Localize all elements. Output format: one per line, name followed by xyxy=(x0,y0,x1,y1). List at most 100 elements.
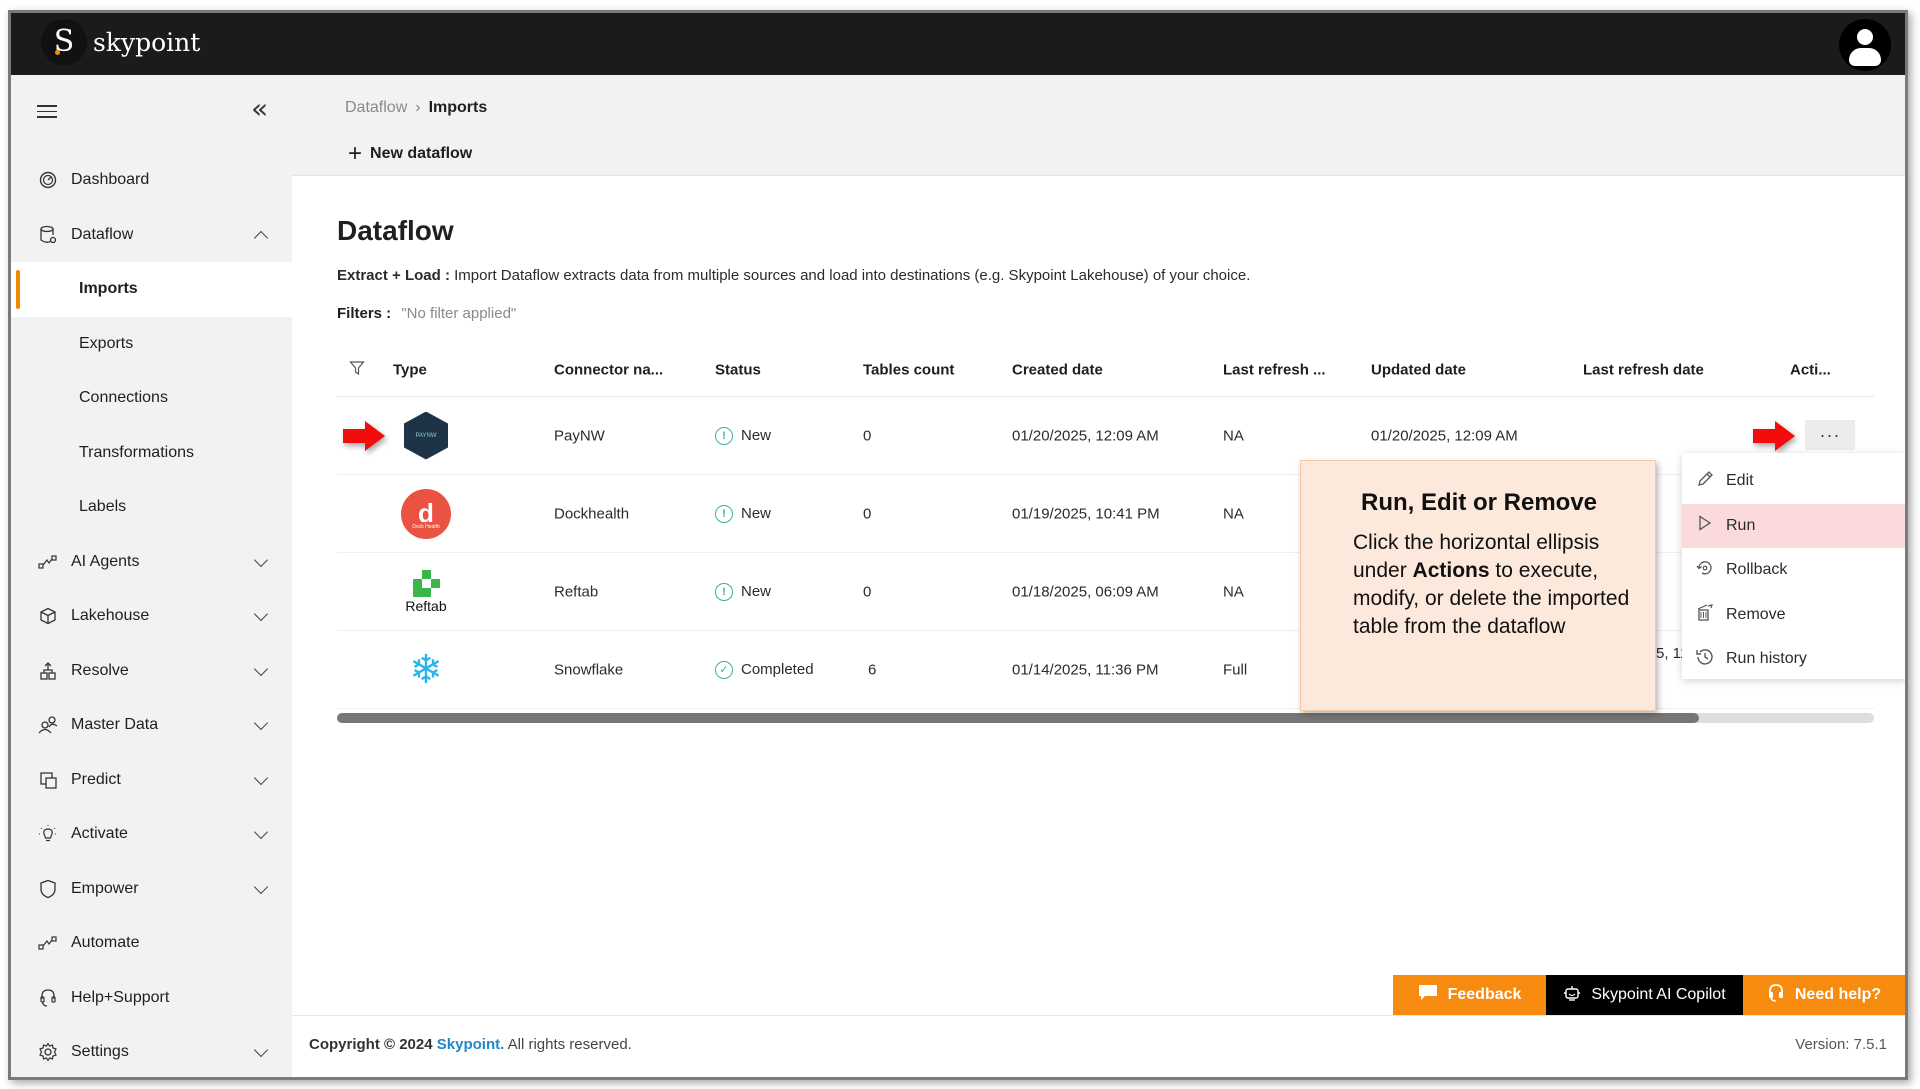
reftab-logo-text: Reftab xyxy=(405,597,447,614)
sidebar-item-help-support[interactable]: Help+Support xyxy=(11,971,292,1026)
new-dataflow-button[interactable]: + New dataflow xyxy=(348,142,472,166)
sidebar-item-label: Master Data xyxy=(71,716,159,734)
column-header-status[interactable]: Status xyxy=(715,361,761,378)
status-text: New xyxy=(741,583,772,600)
annotation-arrow-icon xyxy=(343,421,387,451)
tables-count: 0 xyxy=(863,427,872,444)
tables-count: 0 xyxy=(863,583,872,600)
user-avatar-icon[interactable] xyxy=(1839,19,1891,71)
column-header-type[interactable]: Type xyxy=(393,361,427,378)
app-logo[interactable]: S skypoint xyxy=(41,19,200,65)
sidebar-item-dashboard[interactable]: Dashboard xyxy=(11,153,292,208)
tables-count: 0 xyxy=(863,505,872,522)
sidebar-item-predict[interactable]: Predict xyxy=(11,753,292,808)
sidebar-item-label: Dashboard xyxy=(71,171,150,189)
feedback-button[interactable]: Feedback xyxy=(1393,975,1546,1015)
breadcrumb-separator-icon: › xyxy=(415,99,421,116)
sidebar-item-transformations[interactable]: Transformations xyxy=(11,426,292,481)
sidebar-item-label: Automate xyxy=(71,934,140,952)
command-bar: Dataflow › Imports + New dataflow xyxy=(292,75,1905,176)
paynw-logo: PAYNW xyxy=(399,409,453,463)
need-help-button[interactable]: Need help? xyxy=(1743,975,1905,1015)
sidebar-item-label: Empower xyxy=(71,879,139,897)
sidebar-item-label: Resolve xyxy=(71,661,129,679)
sidebar-item-master-data[interactable]: Master Data xyxy=(11,698,292,753)
sidebar-item-automate[interactable]: Automate xyxy=(11,916,292,971)
sidebar-item-settings[interactable]: Settings xyxy=(11,1025,292,1077)
page-title: Dataflow xyxy=(337,215,454,246)
column-header-last-refresh-type[interactable]: Last refresh ... xyxy=(1223,361,1326,378)
sidebar-item-imports[interactable]: Imports xyxy=(11,262,292,317)
sidebar-item-lakehouse[interactable]: Lakehouse xyxy=(11,589,292,644)
menu-item-run[interactable]: Run xyxy=(1682,503,1905,548)
main-content: Dataflow › Imports + New dataflow Datafl… xyxy=(292,75,1905,1077)
sidebar-item-connections[interactable]: Connections xyxy=(11,371,292,426)
horizontal-scrollbar[interactable] xyxy=(337,713,1874,723)
menu-item-rollback[interactable]: Rollback xyxy=(1682,548,1905,593)
rollback-icon xyxy=(1694,559,1716,582)
chevron-down-icon xyxy=(253,825,269,840)
avatar-body xyxy=(1849,48,1881,66)
filter-icon[interactable] xyxy=(349,360,365,380)
sidebar-item-empower[interactable]: Empower xyxy=(11,862,292,917)
chevron-down-icon xyxy=(253,1043,269,1058)
menu-item-edit[interactable]: Edit xyxy=(1682,459,1905,504)
sidebar-item-exports[interactable]: Exports xyxy=(11,317,292,372)
top-bar: S skypoint xyxy=(11,13,1905,75)
sidebar-item-label: Settings xyxy=(71,1043,129,1061)
status-badge: ✓ Completed xyxy=(715,660,814,679)
chevron-up-icon xyxy=(253,230,269,245)
column-header-tables-count[interactable]: Tables count xyxy=(863,361,954,378)
chevron-down-icon xyxy=(253,607,269,622)
dashboard-icon xyxy=(37,169,59,191)
menu-item-label: Remove xyxy=(1726,605,1786,623)
hamburger-menu-icon[interactable] xyxy=(37,105,57,122)
column-header-actions[interactable]: Acti... xyxy=(1790,361,1831,378)
connector-name: Dockhealth xyxy=(554,505,630,522)
column-header-connector-name[interactable]: Connector na... xyxy=(554,361,663,378)
chat-bubble-icon xyxy=(1418,984,1438,1007)
copyright-text: Copyright © 2024 Skypoint. All rights re… xyxy=(309,1036,632,1053)
sidebar-item-resolve[interactable]: Resolve xyxy=(11,644,292,699)
avatar-head xyxy=(1857,29,1873,45)
filters-label: Filters : xyxy=(337,305,392,322)
app-window: S skypoint « Dashboard Dataflow Imports … xyxy=(8,10,1908,1080)
connector-name: PayNW xyxy=(554,427,605,444)
updated-date: 01/20/2025, 12:09 AM xyxy=(1371,427,1518,444)
sidebar-item-label: Help+Support xyxy=(71,988,170,1006)
predict-icon xyxy=(37,769,59,791)
sidebar-item-ai-agents[interactable]: AI Agents xyxy=(11,535,292,590)
copilot-button[interactable]: Skypoint AI Copilot xyxy=(1546,975,1743,1015)
connector-name: Snowflake xyxy=(554,661,624,678)
column-header-last-refresh-date[interactable]: Last refresh date xyxy=(1583,361,1704,378)
collapse-sidebar-icon[interactable]: « xyxy=(251,92,268,125)
table-header: Type Connector na... Status Tables count… xyxy=(337,343,1874,397)
chevron-down-icon xyxy=(253,552,269,567)
sidebar-item-labels[interactable]: Labels xyxy=(11,480,292,535)
sidebar-item-label: Labels xyxy=(79,498,127,516)
menu-item-remove[interactable]: Remove xyxy=(1682,593,1905,638)
scrollbar-thumb[interactable] xyxy=(337,713,1699,723)
menu-item-run-history[interactable]: Run history xyxy=(1682,637,1905,682)
ai-agents-icon xyxy=(37,551,59,573)
snowflake-icon: ❄ xyxy=(409,647,443,692)
actions-ellipsis-button[interactable]: ··· xyxy=(1805,420,1855,450)
breadcrumb-dataflow[interactable]: Dataflow xyxy=(345,99,407,117)
filters-summary: Filters : "No filter applied" xyxy=(337,305,516,322)
column-header-created-date[interactable]: Created date xyxy=(1012,361,1103,378)
sidebar-item-label: Activate xyxy=(71,825,128,843)
status-badge: ! New xyxy=(715,582,772,601)
created-date: 01/19/2025, 10:41 PM xyxy=(1012,505,1160,522)
brand-link[interactable]: Skypoint. xyxy=(437,1036,505,1053)
description-label: Extract + Load : xyxy=(337,267,450,284)
reftab-logo: Reftab xyxy=(399,565,453,619)
resolve-icon xyxy=(37,660,59,682)
sidebar-item-label: Exports xyxy=(79,334,134,352)
sidebar-item-label: Imports xyxy=(79,280,138,298)
sidebar-item-activate[interactable]: Activate xyxy=(11,807,292,862)
headset-icon xyxy=(1767,983,1785,1008)
sidebar-item-dataflow[interactable]: Dataflow xyxy=(11,208,292,263)
breadcrumb-imports: Imports xyxy=(428,99,488,116)
created-date: 01/14/2025, 11:36 PM xyxy=(1012,661,1159,678)
column-header-updated-date[interactable]: Updated date xyxy=(1371,361,1466,378)
